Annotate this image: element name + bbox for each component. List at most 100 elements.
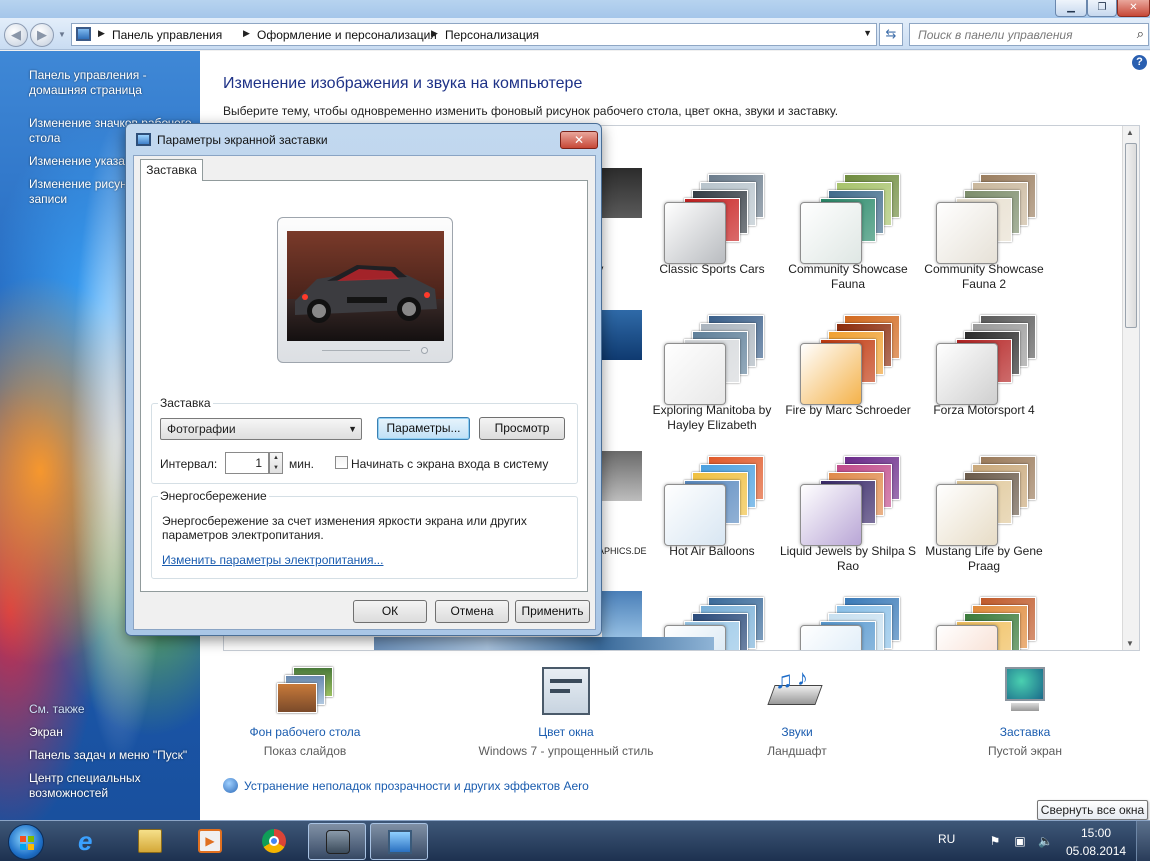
taskbar-internet-explorer[interactable]: e bbox=[61, 823, 119, 860]
language-indicator[interactable]: RU bbox=[938, 832, 955, 846]
help-icon[interactable]: ? bbox=[1132, 55, 1147, 70]
chevron-right-icon[interactable]: ▶ bbox=[98, 28, 105, 39]
theme-community-showcase-fauna[interactable]: Community Showcase Fauna bbox=[780, 164, 916, 304]
show-desktop-button[interactable] bbox=[1136, 821, 1150, 861]
screensaver-link[interactable]: Заставка bbox=[920, 725, 1130, 739]
network-icon[interactable]: ▣ bbox=[1013, 834, 1027, 848]
settings-button[interactable]: Параметры... bbox=[377, 417, 470, 440]
minimize-button[interactable]: ▁ bbox=[1055, 0, 1087, 17]
start-button[interactable] bbox=[8, 824, 44, 860]
theme-thumbnail[interactable] bbox=[602, 451, 642, 501]
theme-label: Community Showcase Fauna bbox=[788, 262, 908, 291]
action-center-flag-icon[interactable]: ⚑ bbox=[988, 834, 1002, 848]
sounds-icon: ♫ ♪ bbox=[767, 665, 827, 719]
chevron-right-icon[interactable]: ▶ bbox=[243, 28, 250, 39]
theme-label: Classic Sports Cars bbox=[659, 262, 765, 276]
clock-time[interactable]: 15:00 bbox=[1066, 826, 1126, 840]
preview-button[interactable]: Просмотр bbox=[479, 417, 565, 440]
control-panel-icon bbox=[388, 830, 412, 854]
screensaver-select[interactable]: Фотографии ▼ bbox=[160, 418, 362, 440]
theme-label: Fire by Marc Schroeder bbox=[785, 403, 911, 417]
theme-liquid-jewels[interactable]: Liquid Jewels by Shilpa S Rao bbox=[780, 446, 916, 586]
search-icon[interactable]: ⌕ bbox=[1137, 26, 1144, 42]
theme-hot-air-balloons[interactable]: Hot Air Balloons bbox=[644, 446, 780, 586]
desktop-background-item[interactable]: Фон рабочего стола Показ слайдов bbox=[200, 661, 410, 758]
theme-thumbnail[interactable] bbox=[602, 168, 642, 218]
taskbar-start-menu-link[interactable]: Панель задач и меню "Пуск" bbox=[29, 748, 187, 763]
taskbar-chrome[interactable] bbox=[245, 823, 303, 860]
power-group-label: Энергосбережение bbox=[158, 489, 269, 503]
scroll-down-icon[interactable]: ▼ bbox=[1126, 639, 1134, 648]
interval-spinner[interactable]: ▲ ▼ bbox=[269, 452, 283, 474]
screensaver-select-value: Фотографии bbox=[167, 422, 236, 436]
change-power-settings-link[interactable]: Изменить параметры электропитания... bbox=[162, 553, 383, 567]
control-panel-home-link[interactable]: Панель управления - домашняя страница bbox=[29, 68, 147, 98]
theme-thumbnail[interactable] bbox=[602, 591, 642, 641]
theme-thumbnail bbox=[664, 315, 764, 405]
maximize-button[interactable]: ❐ bbox=[1087, 0, 1117, 17]
interval-unit: мин. bbox=[289, 457, 314, 471]
logon-screen-label[interactable]: Начинать с экрана входа в систему bbox=[351, 457, 548, 471]
window-color-link[interactable]: Цвет окна bbox=[461, 725, 671, 739]
scrollbar-thumb[interactable] bbox=[1125, 143, 1137, 328]
taskbar-file-explorer[interactable] bbox=[121, 823, 179, 860]
breadcrumb-personalization[interactable]: Персонализация bbox=[445, 28, 539, 42]
interval-input[interactable]: 1 bbox=[225, 452, 269, 474]
address-bar[interactable]: ▶ Панель управления ▶ Оформление и персо… bbox=[71, 23, 877, 46]
screensaver-item[interactable]: Заставка Пустой экран bbox=[920, 661, 1130, 758]
tab-screensaver[interactable]: Заставка bbox=[140, 159, 203, 181]
volume-icon[interactable]: 🔈 bbox=[1038, 834, 1053, 848]
display-link[interactable]: Экран bbox=[29, 725, 63, 740]
theme-mustang-life[interactable]: Mustang Life by Gene Praag bbox=[916, 446, 1052, 586]
taskbar-desktop-gadgets[interactable] bbox=[308, 823, 366, 860]
theme-item[interactable] bbox=[780, 587, 916, 650]
history-dropdown-icon[interactable]: ▼ bbox=[58, 30, 66, 39]
logon-screen-checkbox[interactable] bbox=[335, 456, 348, 469]
theme-label: Exploring Manitoba by Hayley Elizabeth bbox=[652, 403, 772, 432]
dialog-close-button[interactable]: ✕ bbox=[560, 131, 598, 149]
sounds-item[interactable]: ♫ ♪ Звуки Ландшафт bbox=[692, 661, 902, 758]
theme-thumbnail[interactable] bbox=[602, 310, 642, 360]
desktop-background-link[interactable]: Фон рабочего стола bbox=[200, 725, 410, 739]
theme-exploring-manitoba[interactable]: Exploring Manitoba by Hayley Elizabeth bbox=[644, 305, 780, 445]
chrome-icon bbox=[262, 829, 286, 853]
theme-label: Liquid Jewels by Shilpa S Rao bbox=[779, 544, 917, 573]
system-tray: RU ⚑ ▣ 🔈 15:00 05.08.2014 bbox=[928, 821, 1150, 861]
clock-date[interactable]: 05.08.2014 bbox=[1066, 844, 1126, 858]
sounds-link[interactable]: Звуки bbox=[692, 725, 902, 739]
cancel-button[interactable]: Отмена bbox=[435, 600, 509, 623]
screensaver-group: Заставка Фотографии ▼ Параметры... Просм… bbox=[151, 396, 578, 484]
address-dropdown-icon[interactable]: ▼ bbox=[863, 28, 872, 38]
search-input[interactable]: Поиск в панели управления ⌕ bbox=[909, 23, 1149, 46]
monitor-preview bbox=[277, 217, 453, 363]
chevron-right-icon[interactable]: ▶ bbox=[431, 28, 438, 39]
breadcrumb-control-panel[interactable]: Панель управления bbox=[112, 28, 222, 42]
theme-forza-motorsport-4[interactable]: Forza Motorsport 4 bbox=[916, 305, 1052, 445]
refresh-button[interactable]: ⇆ bbox=[879, 23, 903, 46]
aero-troubleshoot-text[interactable]: Устранение неполадок прозрачности и друг… bbox=[244, 779, 589, 793]
forward-button[interactable]: ▶ bbox=[30, 23, 54, 47]
window-color-item[interactable]: Цвет окна Windows 7 - упрощенный стиль bbox=[461, 661, 671, 758]
themes-scrollbar[interactable]: ▲ ▼ bbox=[1122, 126, 1139, 650]
ease-of-access-link[interactable]: Центр специальных возможностей bbox=[29, 771, 141, 801]
theme-thumbnail-strip[interactable] bbox=[374, 637, 714, 650]
theme-item[interactable] bbox=[916, 587, 1052, 650]
scroll-up-icon[interactable]: ▲ bbox=[1126, 128, 1134, 137]
back-button[interactable]: ◀ bbox=[4, 23, 28, 47]
theme-classic-sports-cars[interactable]: Classic Sports Cars bbox=[644, 164, 780, 304]
power-management-group: Энергосбережение Энергосбережение за сче… bbox=[151, 489, 578, 579]
windows-logo-icon bbox=[20, 836, 34, 850]
close-button[interactable]: ✕ bbox=[1117, 0, 1150, 17]
breadcrumb-appearance[interactable]: Оформление и персонализация bbox=[257, 28, 437, 42]
ok-button[interactable]: ОК bbox=[353, 600, 427, 623]
window-title-bar[interactable]: ▁ ❐ ✕ bbox=[0, 0, 1150, 18]
apply-button[interactable]: Применить bbox=[515, 600, 590, 623]
taskbar-control-panel[interactable] bbox=[370, 823, 428, 860]
theme-fire[interactable]: Fire by Marc Schroeder bbox=[780, 305, 916, 445]
taskbar-media-player[interactable]: ▶ bbox=[181, 823, 239, 860]
theme-label: Forza Motorsport 4 bbox=[933, 403, 1035, 417]
chevron-down-icon[interactable]: ▼ bbox=[348, 419, 357, 439]
theme-thumbnail bbox=[936, 597, 1036, 650]
theme-community-showcase-fauna-2[interactable]: Community Showcase Fauna 2 bbox=[916, 164, 1052, 304]
monitor-power-led bbox=[421, 347, 428, 354]
